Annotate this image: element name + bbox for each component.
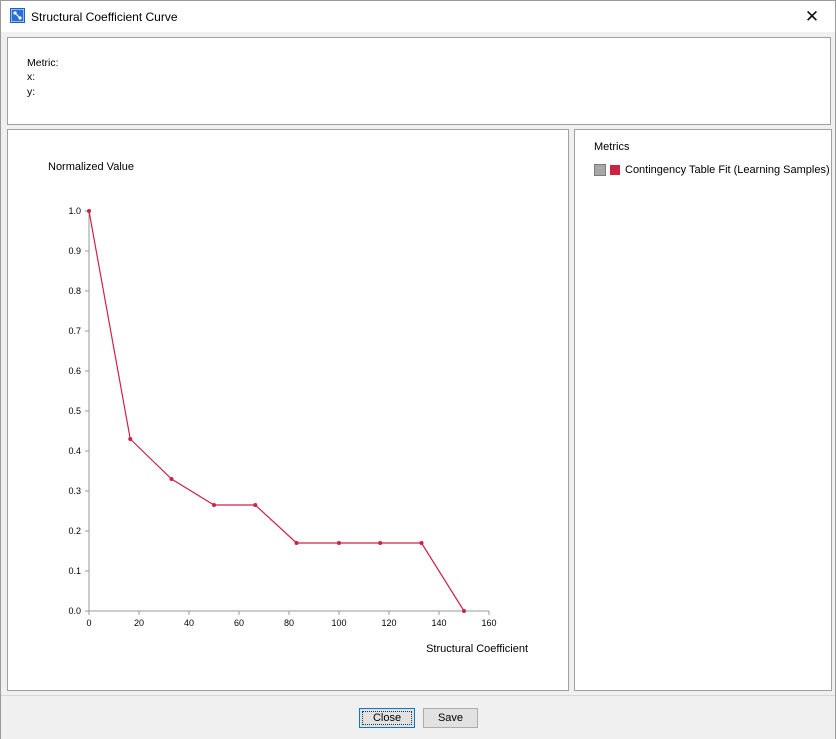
y-tick-label: 0.6 (68, 366, 81, 376)
save-button[interactable]: Save (423, 708, 478, 728)
close-icon: ✕ (804, 6, 820, 26)
info-panel: Metric: x: y: (7, 37, 831, 125)
legend-title: Metrics (594, 141, 630, 153)
data-point (253, 503, 258, 507)
app-icon (10, 8, 25, 23)
y-tick-label: 0.8 (68, 286, 81, 296)
y-tick-label: 0.5 (68, 406, 81, 416)
y-axis-title: Normalized Value (48, 161, 134, 173)
y-tick-label: 0.7 (68, 326, 81, 336)
y-label: y: (27, 86, 36, 98)
x-tick-label: 40 (184, 618, 194, 628)
y-tick-label: 1.0 (68, 206, 81, 216)
legend-color-swatch (610, 165, 620, 175)
close-button[interactable]: Close (359, 708, 415, 728)
series-line (88, 210, 465, 612)
data-point (419, 541, 424, 545)
legend-panel: Metrics Contingency Table Fit (Learning … (574, 129, 832, 691)
legend-item-label: Contingency Table Fit (Learning Samples) (625, 164, 830, 176)
x-tick-label: 100 (331, 618, 346, 628)
data-point (87, 209, 91, 213)
x-tick-label: 120 (381, 618, 396, 628)
window: Structural Coefficient Curve ✕ Metric: x… (0, 0, 836, 739)
data-point (378, 541, 383, 545)
x-tick-label: 0 (86, 618, 91, 628)
title-bar: Structural Coefficient Curve ✕ (1, 1, 835, 32)
data-point (128, 437, 133, 441)
y-tick-label: 0.3 (68, 486, 81, 496)
x-tick-label: 60 (234, 618, 244, 628)
x-tick-label: 20 (134, 618, 144, 628)
data-point (169, 477, 174, 481)
y-tick-label: 0.2 (68, 526, 81, 536)
data-point (462, 609, 466, 613)
metric-label: Metric: (27, 57, 59, 69)
y-tick-label: 0.0 (68, 606, 81, 616)
window-title: Structural Coefficient Curve (31, 10, 178, 24)
data-point (212, 503, 216, 507)
chart-panel: Normalized Value Structural Coefficient … (7, 129, 569, 691)
legend-item[interactable]: Contingency Table Fit (Learning Samples) (594, 164, 830, 176)
x-tick-label: 140 (431, 618, 446, 628)
data-point (337, 541, 341, 545)
window-close-button[interactable]: ✕ (789, 1, 835, 32)
y-tick-label: 0.4 (68, 446, 81, 456)
button-bar: Close Save (1, 695, 835, 739)
y-tick-label: 0.1 (68, 566, 81, 576)
y-tick-label: 0.9 (68, 246, 81, 256)
x-tick-label: 80 (284, 618, 294, 628)
x-label: x: (27, 71, 36, 83)
x-axis-title: Structural Coefficient (426, 643, 528, 655)
chart: Normalized Value Structural Coefficient … (48, 161, 528, 655)
data-point (294, 541, 299, 545)
legend-toggle-swatch[interactable] (594, 164, 606, 176)
x-tick-label: 160 (481, 618, 496, 628)
